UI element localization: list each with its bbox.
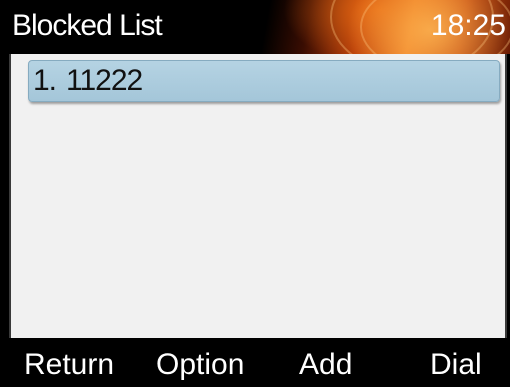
- clock: 18:25: [430, 9, 506, 42]
- list-item-index: 1.: [33, 64, 57, 97]
- list-item-number: 11222: [66, 64, 143, 97]
- return-softkey[interactable]: Return: [24, 348, 114, 382]
- blocked-list: 1. 11222: [28, 60, 500, 102]
- phone-screen: Blocked List 18:25 1. 11222 Return Optio…: [0, 0, 510, 387]
- softkey-bar: Return Option Add Dial: [0, 338, 510, 387]
- option-softkey[interactable]: Option: [156, 348, 244, 382]
- dial-softkey[interactable]: Dial: [430, 348, 482, 382]
- content-area: 1. 11222: [9, 54, 507, 338]
- add-softkey[interactable]: Add: [299, 348, 352, 382]
- list-item[interactable]: 1. 11222: [28, 60, 500, 102]
- page-title: Blocked List: [12, 9, 163, 42]
- title-bar: Blocked List 18:25: [0, 0, 510, 54]
